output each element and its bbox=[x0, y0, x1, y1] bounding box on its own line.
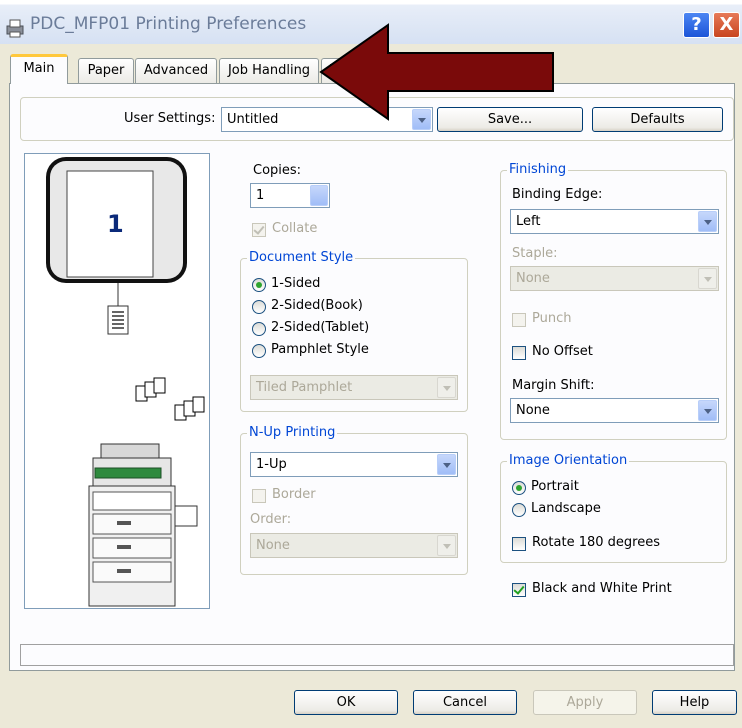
option-2-sided-tablet: 2-Sided(Tablet) bbox=[271, 320, 370, 335]
tab-main[interactable]: Main bbox=[10, 54, 68, 84]
margin-shift-combo[interactable]: None bbox=[510, 398, 719, 423]
radio-pamphlet-style[interactable] bbox=[252, 344, 266, 358]
nup-title: N-Up Printing bbox=[247, 425, 338, 440]
nup-combo[interactable]: 1-Up bbox=[250, 452, 458, 477]
finishing-title: Finishing bbox=[507, 162, 569, 177]
apply-button[interactable]: Apply bbox=[533, 690, 637, 715]
chevron-down-icon[interactable] bbox=[698, 268, 717, 289]
preview-page-number: 1 bbox=[107, 210, 124, 238]
chevron-down-icon[interactable] bbox=[437, 377, 456, 398]
copies-label: Copies: bbox=[253, 163, 302, 178]
tab-paper[interactable]: Paper bbox=[78, 58, 134, 83]
nup-value: 1-Up bbox=[256, 457, 287, 472]
tab-advanced[interactable]: Advanced bbox=[135, 58, 217, 83]
staple-label: Staple: bbox=[512, 246, 558, 261]
annotation-arrow bbox=[319, 23, 554, 121]
chevron-down-icon[interactable] bbox=[437, 454, 456, 475]
bw-print-label: Black and White Print bbox=[532, 581, 672, 596]
bw-print-checkbox[interactable] bbox=[512, 583, 526, 597]
radio-2-sided-tablet[interactable] bbox=[252, 322, 266, 336]
chevron-down-icon[interactable] bbox=[698, 211, 717, 232]
help-title-button[interactable]: ? bbox=[683, 12, 710, 38]
document-style-title: Document Style bbox=[247, 250, 356, 265]
help-button[interactable]: Help bbox=[652, 690, 737, 715]
no-offset-label: No Offset bbox=[532, 344, 593, 359]
rotate-180-label: Rotate 180 degrees bbox=[532, 535, 660, 550]
cancel-button[interactable]: Cancel bbox=[413, 690, 517, 715]
copies-input[interactable]: 1 bbox=[250, 183, 330, 208]
collate-checkbox[interactable] bbox=[252, 223, 266, 237]
status-bar bbox=[20, 644, 734, 666]
landscape-label: Landscape bbox=[531, 501, 601, 516]
punch-label: Punch bbox=[532, 311, 572, 326]
radio-2-sided-book[interactable] bbox=[252, 300, 266, 314]
order-value: None bbox=[256, 538, 290, 553]
option-2-sided-book: 2-Sided(Book) bbox=[271, 298, 363, 313]
copies-stepper[interactable] bbox=[310, 185, 328, 206]
copies-value: 1 bbox=[256, 188, 265, 203]
radio-landscape[interactable] bbox=[512, 503, 526, 517]
user-settings-value: Untitled bbox=[227, 112, 279, 127]
border-checkbox[interactable] bbox=[252, 489, 266, 503]
binding-edge-value: Left bbox=[516, 214, 541, 229]
order-label: Order: bbox=[250, 512, 292, 527]
margin-shift-label: Margin Shift: bbox=[512, 378, 595, 393]
border-label: Border bbox=[272, 487, 316, 502]
binding-edge-combo[interactable]: Left bbox=[510, 209, 719, 234]
window-title: PDC_MFP01 Printing Preferences bbox=[30, 14, 307, 34]
defaults-button[interactable]: Defaults bbox=[592, 107, 723, 132]
option-pamphlet-style: Pamphlet Style bbox=[271, 342, 369, 357]
option-1-sided: 1-Sided bbox=[271, 276, 321, 291]
pamphlet-value: Tiled Pamphlet bbox=[256, 380, 353, 395]
ok-button[interactable]: OK bbox=[294, 690, 398, 715]
rotate-180-checkbox[interactable] bbox=[512, 537, 526, 551]
staple-combo[interactable]: None bbox=[510, 266, 719, 291]
no-offset-checkbox[interactable] bbox=[512, 346, 526, 360]
punch-checkbox[interactable] bbox=[512, 313, 526, 327]
staple-value: None bbox=[516, 271, 550, 286]
chevron-down-icon[interactable] bbox=[698, 400, 717, 421]
binding-edge-label: Binding Edge: bbox=[512, 187, 603, 202]
radio-1-sided[interactable] bbox=[252, 278, 266, 292]
margin-shift-value: None bbox=[516, 403, 550, 418]
pamphlet-combo[interactable]: Tiled Pamphlet bbox=[250, 375, 458, 400]
portrait-label: Portrait bbox=[531, 479, 579, 494]
radio-portrait[interactable] bbox=[512, 481, 526, 495]
collate-label: Collate bbox=[272, 221, 318, 236]
printer-icon bbox=[6, 19, 24, 38]
close-button[interactable]: X bbox=[713, 12, 740, 38]
preview-panel: 1 bbox=[24, 153, 210, 609]
user-settings-label: User Settings: bbox=[124, 111, 216, 126]
chevron-down-icon[interactable] bbox=[437, 535, 456, 556]
tab-job-handling[interactable]: Job Handling bbox=[219, 58, 319, 83]
order-combo[interactable]: None bbox=[250, 533, 458, 558]
orientation-title: Image Orientation bbox=[507, 453, 630, 468]
